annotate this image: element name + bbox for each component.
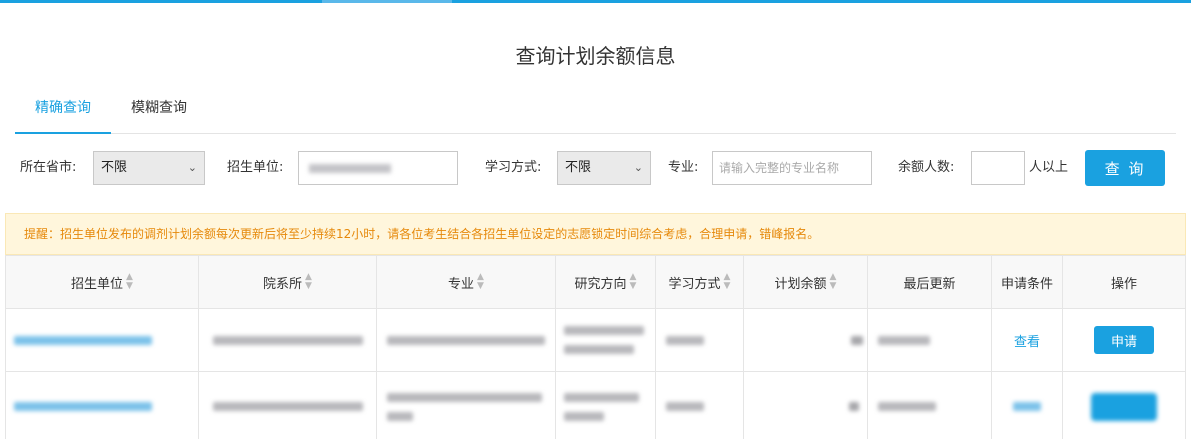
cell-major	[377, 309, 556, 371]
header-research-direction[interactable]: 研究方向 ▲ ▼	[556, 256, 656, 308]
header-conditions-label: 申请条件	[1000, 276, 1053, 292]
cell-unit[interactable]	[5, 372, 199, 439]
header-research-direction-label: 研究方向	[574, 276, 627, 292]
redacted-department	[212, 402, 363, 411]
chevron-down-icon: ⌄	[633, 161, 643, 174]
header-major-label: 专业	[448, 276, 475, 292]
sort-icon[interactable]: ▲ ▼	[724, 273, 731, 291]
cell-unit[interactable]	[5, 309, 199, 371]
apply-button[interactable]: 申请	[1094, 326, 1154, 354]
major-input[interactable]	[712, 151, 872, 185]
redacted-apply-button[interactable]	[1091, 392, 1157, 421]
redacted-unit[interactable]	[14, 335, 152, 345]
view-conditions-link[interactable]: 查看	[1014, 331, 1040, 350]
province-label: 所在省市:	[20, 160, 77, 175]
table-header-row: 招生单位 ▲ ▼ 院系所 ▲ ▼ 专业 ▲ ▼ 研究方向 ▲ ▼ 学习方式 ▲ ▼ 计划余额 ▲ ▼ 最…	[5, 255, 1186, 309]
quota-label: 余额人数:	[898, 160, 955, 175]
redacted-study-mode	[666, 402, 704, 411]
header-quota-label: 计划余额	[774, 276, 827, 292]
header-last-updated-label: 最后更新	[903, 276, 956, 292]
quota-input[interactable]	[971, 151, 1025, 185]
redacted-major	[387, 335, 545, 345]
redacted-unit[interactable]	[14, 402, 152, 411]
unit-input-value-redacted	[309, 164, 391, 173]
sort-icon[interactable]: ▲ ▼	[630, 273, 637, 291]
redacted-major	[387, 392, 542, 421]
chevron-down-icon: ⌄	[187, 161, 197, 174]
header-quota[interactable]: 计划余额 ▲ ▼	[744, 256, 868, 308]
cell-last-updated	[868, 309, 992, 371]
sort-icon[interactable]: ▲ ▼	[830, 273, 837, 291]
major-label: 专业:	[668, 160, 699, 175]
notice-banner: 提醒：招生单位发布的调剂计划余额每次更新后将至少持续12小时，请各位考生结合各招…	[5, 213, 1186, 255]
province-select-value: 不限	[101, 160, 128, 175]
query-tabs: 精确查询 模糊查询	[15, 90, 1176, 134]
top-accent-bar	[0, 0, 1191, 3]
top-accent-segment	[322, 0, 452, 3]
table-row	[5, 372, 1186, 439]
unit-input[interactable]	[298, 151, 458, 185]
cell-research-direction	[556, 309, 656, 371]
cell-conditions	[992, 372, 1063, 439]
page-title: 查询计划余额信息	[515, 44, 676, 68]
cell-department	[199, 372, 377, 439]
header-major[interactable]: 专业 ▲ ▼	[377, 256, 556, 308]
cell-research-direction	[556, 372, 656, 439]
cell-study-mode	[656, 309, 744, 371]
redacted-department	[212, 335, 363, 345]
redacted-quota	[851, 335, 863, 345]
cell-quota	[744, 309, 868, 371]
cell-department	[199, 309, 377, 371]
header-department-label: 院系所	[263, 276, 303, 292]
table-row: 查看 申请	[5, 309, 1186, 372]
cell-last-updated	[868, 372, 992, 439]
header-conditions: 申请条件	[992, 256, 1063, 308]
sort-icon[interactable]: ▲ ▼	[305, 273, 312, 291]
header-actions-label: 操作	[1110, 276, 1137, 292]
province-select[interactable]: 不限 ⌄	[93, 151, 205, 185]
unit-label: 招生单位:	[227, 160, 284, 175]
redacted-last-updated	[878, 402, 936, 411]
redacted-quota	[849, 402, 859, 411]
redacted-research-direction	[564, 392, 639, 421]
header-department[interactable]: 院系所 ▲ ▼	[199, 256, 377, 308]
redacted-study-mode	[666, 335, 704, 345]
redacted-research-direction	[564, 326, 644, 354]
header-last-updated: 最后更新	[868, 256, 992, 308]
header-actions: 操作	[1063, 256, 1186, 308]
redacted-last-updated	[878, 335, 930, 345]
sort-icon[interactable]: ▲ ▼	[126, 273, 133, 291]
cell-conditions: 查看	[992, 309, 1063, 371]
cell-actions: 申请	[1063, 309, 1186, 371]
cell-study-mode	[656, 372, 744, 439]
header-unit[interactable]: 招生单位 ▲ ▼	[5, 256, 199, 308]
study-mode-select-value: 不限	[565, 160, 592, 175]
sort-icon[interactable]: ▲ ▼	[477, 273, 484, 291]
tab-exact-query[interactable]: 精确查询	[15, 90, 111, 134]
tab-fuzzy-query[interactable]: 模糊查询	[115, 90, 203, 134]
study-mode-select[interactable]: 不限 ⌄	[557, 151, 651, 185]
study-mode-label: 学习方式:	[485, 160, 542, 175]
quota-table: 招生单位 ▲ ▼ 院系所 ▲ ▼ 专业 ▲ ▼ 研究方向 ▲ ▼ 学习方式 ▲ ▼ 计划余额 ▲ ▼ 最…	[5, 255, 1186, 439]
filter-bar: 所在省市: 不限 ⌄ 招生单位: 学习方式: 不限 ⌄ 专业: 余额人数: 人以…	[0, 150, 1191, 186]
quota-suffix: 人以上	[1029, 160, 1069, 175]
cell-quota	[744, 372, 868, 439]
header-unit-label: 招生单位	[71, 276, 124, 292]
cell-actions	[1063, 372, 1186, 439]
redacted-conditions-link[interactable]	[1013, 402, 1041, 411]
header-study-mode-label: 学习方式	[668, 276, 721, 292]
header-study-mode[interactable]: 学习方式 ▲ ▼	[656, 256, 744, 308]
search-button[interactable]: 查 询	[1085, 150, 1165, 186]
cell-major	[377, 372, 556, 439]
